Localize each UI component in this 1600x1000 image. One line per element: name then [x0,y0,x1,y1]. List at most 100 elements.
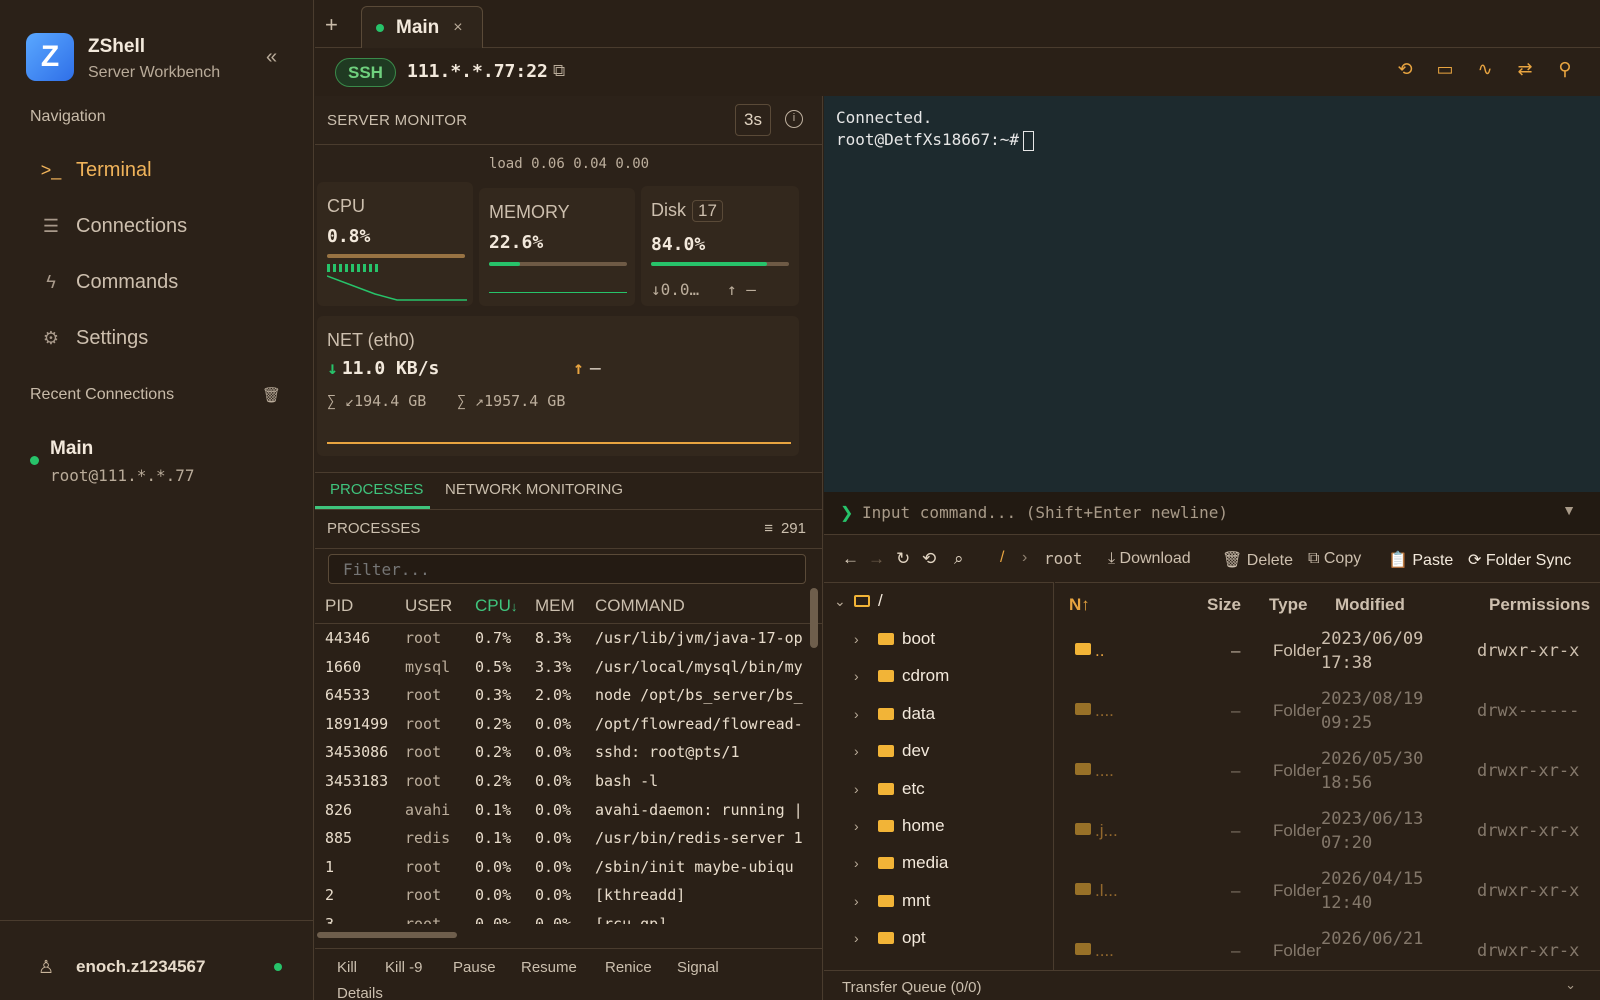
path-current[interactable]: root [1044,549,1083,568]
sidebar-item-settings[interactable]: ⚙ Settings [38,318,298,358]
tree-item-boot[interactable]: › boot [854,629,935,649]
folder-open-icon[interactable]: ▭ [1434,59,1456,83]
search-icon[interactable]: ⌕ [954,549,964,569]
folder-sync-icon[interactable]: ⟲ [1394,59,1416,83]
table-row[interactable]: 885 redis 0.1% 0.0% /usr/bin/redis-server 1 [315,824,815,853]
tree-item-label: mnt [902,890,931,910]
tree-item-data[interactable]: › data [854,704,935,724]
table-row[interactable]: 1891499 root 0.2% 0.0% /opt/flowread/flowrea… [315,710,815,739]
tree-item-cdrom[interactable]: › cdrom [854,666,949,686]
tree-item-etc[interactable]: › etc [854,779,925,799]
table-row[interactable]: 44346 root 0.7% 8.3% /usr/lib/jvm/java-17-op [315,624,815,653]
copy-icon[interactable]: ⧉ [553,61,565,81]
file-row[interactable]: .j... – Folder 2023/06/13 07:20 drwxr-xr-x [1055,801,1600,861]
sidebar-item-connections[interactable]: ☰ Connections [38,206,298,246]
clear-recent-icon[interactable]: 🗑 [262,386,281,404]
cell-user: root [405,915,442,924]
refresh-icon[interactable]: ↻ [896,549,910,569]
close-tab-icon[interactable]: × [453,19,462,37]
tab-processes[interactable]: PROCESSES [330,481,423,498]
back-icon[interactable]: ← [842,549,859,569]
file-row[interactable]: .. – Folder 2023/06/09 17:38 drwxr-xr-x [1055,621,1600,681]
table-row[interactable]: 1 root 0.0% 0.0% /sbin/init maybe-ubiqu [315,853,815,882]
table-row[interactable]: 826 avahi 0.1% 0.0% avahi-daemon: running | [315,796,815,825]
table-row[interactable]: 2 root 0.0% 0.0% [kthreadd] [315,881,815,910]
tree-item-opt[interactable]: › opt [854,928,926,948]
info-icon[interactable]: i [785,110,803,128]
new-tab-button[interactable]: + [325,12,338,38]
file-row[interactable]: .... – Folder 2026/06/21 drwxr-xr-x [1055,921,1600,970]
download-button[interactable]: ⤓ Download [1108,550,1191,568]
sidebar-item-commands[interactable]: ϟ Commands [38,262,298,302]
server-icon: ☰ [42,215,60,236]
terminal-output[interactable]: Connected. root@DetfXs18667:~# [824,96,1600,492]
table-row[interactable]: 3 root 0.0% 0.0% [rcu_gp] [315,910,815,924]
file-row[interactable]: .l... – Folder 2026/04/15 12:40 drwxr-xr-x [1055,861,1600,921]
delete-button[interactable]: 🗑 Delete [1222,550,1293,570]
tree-item-mnt[interactable]: › mnt [854,891,930,911]
cell-mem: 0.0% [535,800,572,819]
tree-root[interactable]: ⌄ / [834,591,883,611]
cell-cpu: 0.7% [475,629,512,647]
action-kill-9[interactable]: Kill -9 [385,959,423,976]
disconnect-icon[interactable]: ⚲ [1554,59,1576,83]
file-row[interactable]: .... – Folder 2023/08/19 09:25 drwx------ [1055,681,1600,741]
terminal-cursor [1023,130,1035,151]
action-kill[interactable]: Kill [337,959,357,976]
folder-sync-button[interactable]: ⟳ Folder Sync [1468,550,1571,570]
cpu-value: 0.8% [327,226,371,247]
tree-item-label: media [902,853,949,873]
chevron-down-icon: ⌄ [1565,977,1576,992]
forward-icon[interactable]: → [868,549,885,569]
col-size[interactable]: Size [1207,595,1241,615]
tree-item-dev[interactable]: › dev [854,741,929,761]
table-row[interactable]: 1660 mysql 0.5% 3.3% /usr/local/mysql/bin/my [315,653,815,682]
folder-sync-icon[interactable]: ⟲ [922,549,936,569]
refresh-interval-button[interactable]: 3s [735,104,771,136]
col-name[interactable]: N↑ [1069,595,1090,615]
cell-cpu: 0.2% [475,714,512,733]
copy-button[interactable]: ⧉ Copy [1308,550,1361,568]
sync-icon: ⟳ [1468,552,1486,569]
sidebar-item-terminal[interactable]: >_ Terminal [38,150,298,190]
transfer-queue[interactable]: Transfer Queue (0/0) ⌄ [824,970,1600,1000]
process-count: ≡ 291 [764,520,806,537]
col-type[interactable]: Type [1269,595,1307,615]
col-cpu[interactable]: CPU↓ [475,596,517,616]
tab-network-monitoring[interactable]: NETWORK MONITORING [445,481,623,498]
action-details[interactable]: Details [337,985,383,1000]
sidebar-item-label: Settings [76,326,149,349]
collapse-sidebar-icon[interactable]: « [266,46,277,69]
file-row[interactable]: .... – Folder 2026/05/30 18:56 drwxr-xr-x [1055,741,1600,801]
col-command[interactable]: COMMAND [595,596,685,616]
chevron-down-icon[interactable]: ▼ [1562,502,1576,518]
table-row[interactable]: 3453183 root 0.2% 0.0% bash -l [315,767,815,796]
action-pause[interactable]: Pause [453,959,496,976]
action-signal[interactable]: Signal [677,959,719,976]
command-input[interactable]: Input command... (Shift+Enter newline) [862,503,1228,522]
file-time: 09:25 [1321,713,1373,733]
process-filter-input[interactable] [328,554,806,584]
col-modified[interactable]: Modified [1335,595,1405,615]
action-renice[interactable]: Renice [605,959,652,976]
tree-item-home[interactable]: › home [854,816,945,836]
command-input-bar[interactable]: ❯ Input command... (Shift+Enter newline)… [824,492,1600,534]
action-resume[interactable]: Resume [521,959,577,976]
horizontal-scrollbar[interactable] [317,932,457,938]
user-bar[interactable]: ♙ enoch.z1234567 [0,920,314,1000]
username: enoch.z1234567 [76,957,206,976]
paste-button[interactable]: 📋 Paste [1388,550,1453,570]
col-pid[interactable]: PID [325,596,353,616]
tab-main[interactable]: Main × [361,6,483,48]
table-row[interactable]: 64533 root 0.3% 2.0% node /opt/bs_server/bs_ [315,681,815,710]
compare-icon[interactable]: ⇄ [1514,59,1536,83]
col-permissions[interactable]: Permissions [1489,595,1590,615]
chevron-down-icon: ⌄ [834,593,846,609]
tree-item-media[interactable]: › media [854,853,948,873]
table-row[interactable]: 3453086 root 0.2% 0.0% sshd: root@pts/1 [315,738,815,767]
col-user[interactable]: USER [405,596,452,616]
col-mem[interactable]: MEM [535,596,575,616]
monitor-title: SERVER MONITOR [327,112,468,129]
path-root[interactable]: / [1000,549,1004,567]
activity-icon[interactable]: ∿ [1474,59,1496,83]
